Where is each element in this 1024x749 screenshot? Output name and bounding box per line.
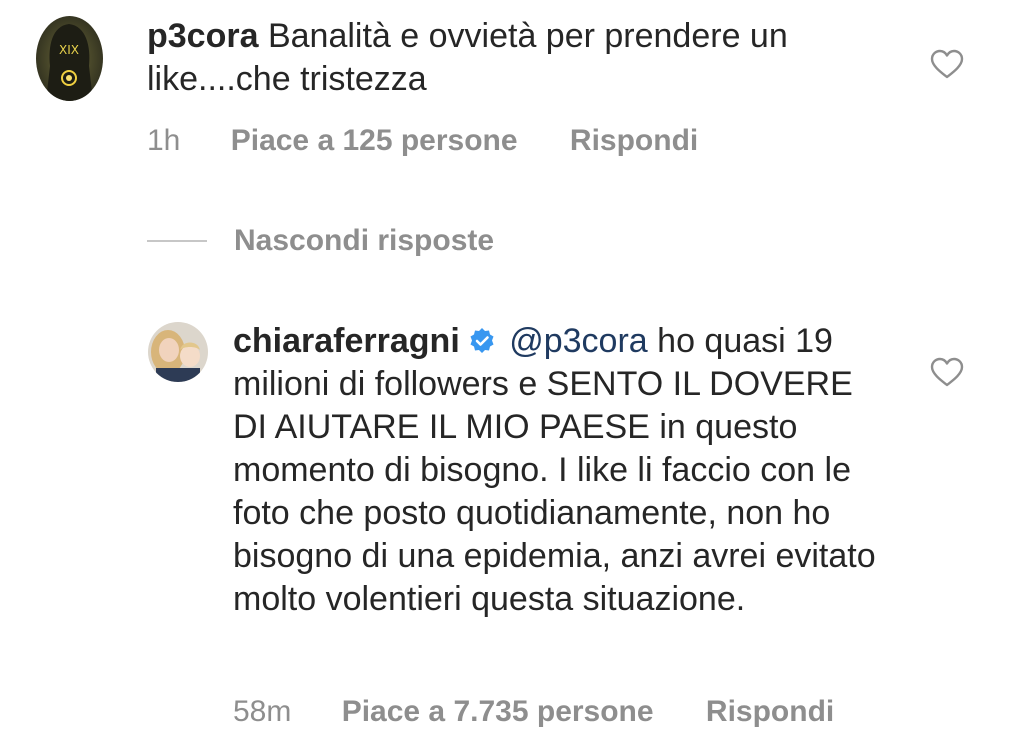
comment-body: p3cora Banalità e ovvietà per prendere u… bbox=[147, 15, 867, 101]
reply-like-heart-icon[interactable] bbox=[930, 357, 964, 387]
comment-likes-link[interactable]: Piace a 125 persone bbox=[231, 124, 518, 157]
hooded-figure-avatar-image: XIX bbox=[36, 16, 103, 101]
reply-reply-button[interactable]: Rispondi bbox=[706, 695, 834, 728]
reply-likes-link[interactable]: Piace a 7.735 persone bbox=[342, 695, 654, 728]
reply-meta: 58m Piace a 7.735 persone Rispondi bbox=[233, 694, 834, 730]
profile-photo-avatar-image bbox=[148, 322, 208, 382]
comment-username[interactable]: p3cora bbox=[147, 17, 259, 55]
replies-divider-line bbox=[147, 240, 207, 242]
comment-time: 1h bbox=[147, 124, 181, 157]
hide-replies-label: Nascondi risposte bbox=[234, 224, 495, 257]
avatar-chiaraferragni[interactable] bbox=[148, 322, 208, 382]
reply-text: ho quasi 19 milioni di followers e SENTO… bbox=[233, 322, 876, 618]
reply-time: 58m bbox=[233, 695, 292, 728]
hide-replies-button[interactable]: Nascondi risposte bbox=[147, 222, 494, 260]
comment-thread: XIX p3cora Banalità e ovvietà per prende… bbox=[0, 0, 1024, 749]
comment-meta: 1h Piace a 125 persone Rispondi bbox=[147, 123, 698, 159]
reply-mention-link[interactable]: @p3cora bbox=[509, 322, 647, 360]
comment-like-heart-icon[interactable] bbox=[930, 49, 964, 79]
comment-reply-button[interactable]: Rispondi bbox=[570, 124, 698, 157]
reply-body: chiaraferragni @p3cora ho quasi 19 milio… bbox=[233, 320, 893, 621]
verified-badge-icon bbox=[468, 327, 496, 355]
avatar-p3cora[interactable]: XIX bbox=[36, 16, 103, 101]
svg-text:XIX: XIX bbox=[59, 43, 79, 57]
reply-username[interactable]: chiaraferragni bbox=[233, 322, 460, 360]
